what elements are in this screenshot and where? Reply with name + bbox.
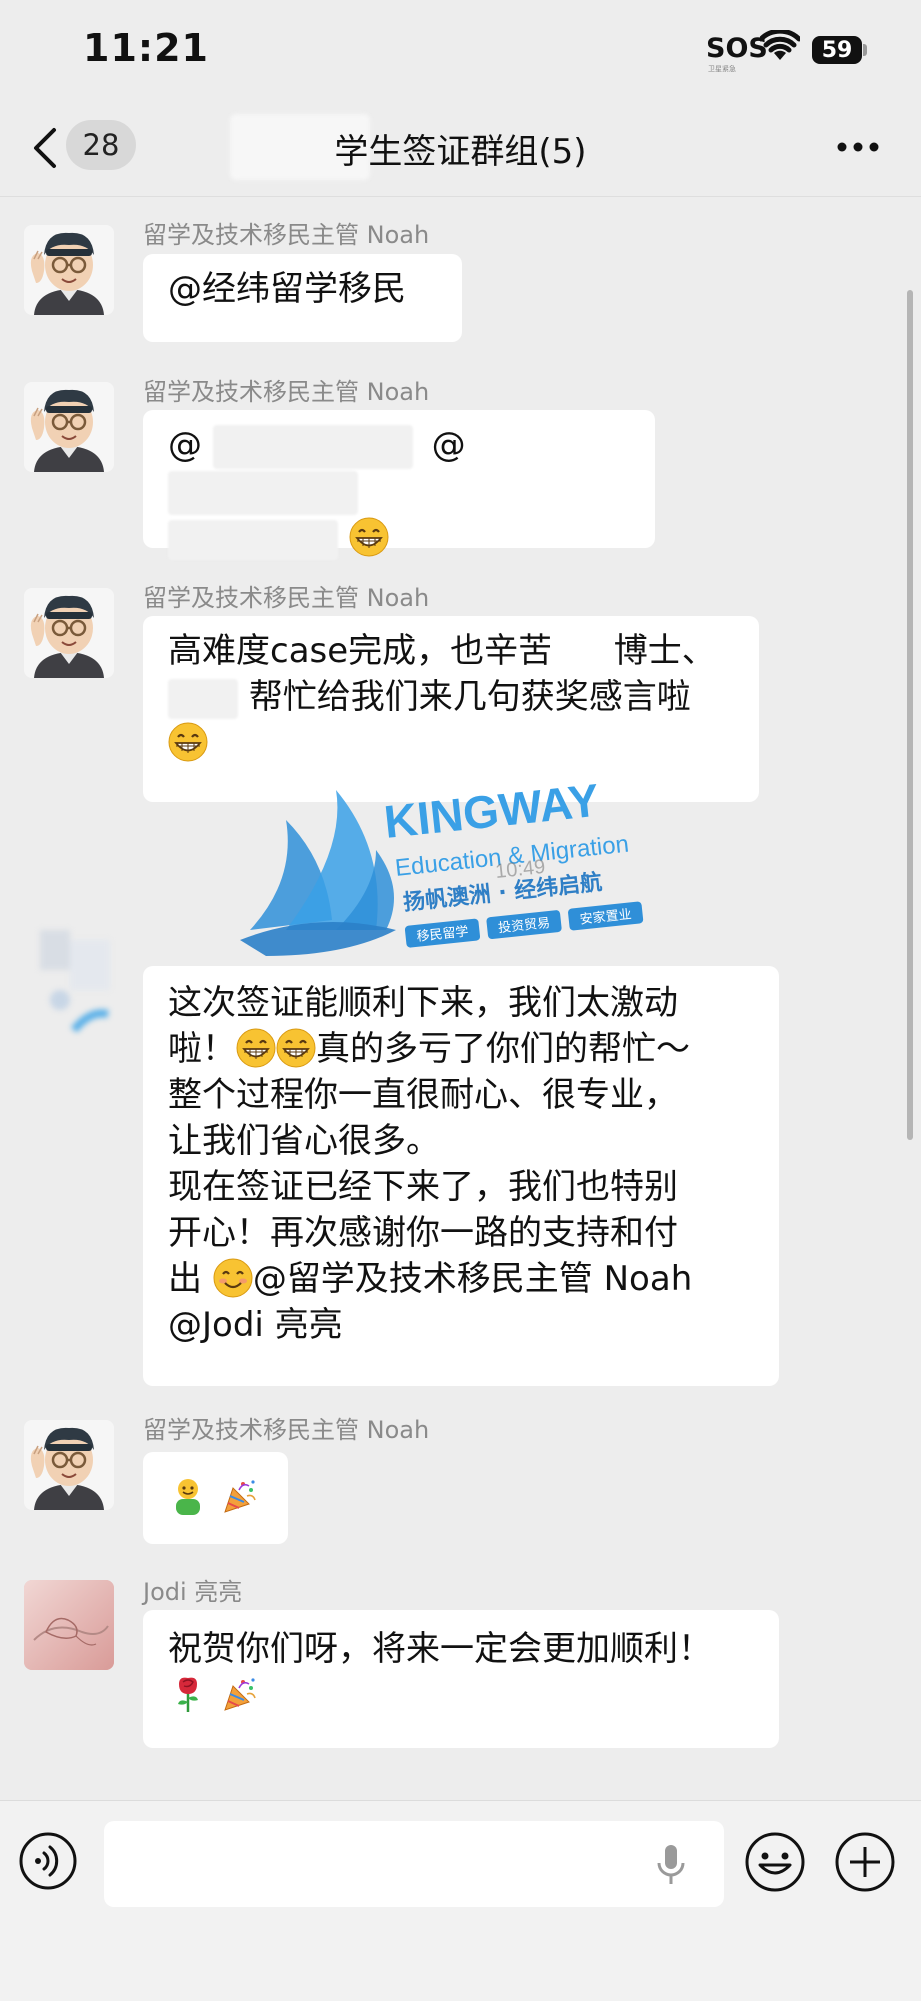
- grin-emoji-icon: [236, 1028, 276, 1068]
- status-bar: 11:21 SOS 卫星紧急 59: [0, 0, 921, 100]
- message-text: 整个过程你一直很耐心、很专业，: [168, 1075, 678, 1115]
- avatar-noah[interactable]: [24, 382, 114, 472]
- message-text: 现在签证已经下来了，我们也特别: [168, 1167, 678, 1207]
- wifi-icon: [760, 30, 800, 60]
- message-text: 出: [168, 1259, 202, 1299]
- redacted-name: [168, 678, 238, 719]
- message-bubble[interactable]: 高难度case完成，也辛苦 博士、 帮忙给我们来几句获奖感言啦: [143, 616, 759, 802]
- mention-text: @Jodi 亮亮: [168, 1305, 343, 1345]
- message-text: 啦！: [168, 1029, 236, 1069]
- sender-name: 留学及技术移民主管 Noah: [143, 221, 430, 249]
- microphone-icon[interactable]: [656, 1843, 686, 1887]
- input-bar: [0, 1800, 921, 2001]
- sender-name: 留学及技术移民主管 Noah: [143, 378, 430, 406]
- message-bubble[interactable]: 这次签证能顺利下来，我们太激动 啦！ 真的多亏了你们的帮忙～ 整个过程你一直很耐心…: [143, 966, 779, 1386]
- redacted-name: [168, 471, 358, 515]
- message-text: @经纬留学移民: [168, 269, 406, 309]
- kingway-watermark: KINGWAY Education & Migration 10:49 扬帆澳洲…: [240, 780, 644, 956]
- message-text: 这次签证能顺利下来，我们太激动: [168, 983, 678, 1023]
- mention-at: @: [168, 425, 202, 465]
- message-bubble[interactable]: 祝贺你们呀，将来一定会更加顺利！: [143, 1610, 779, 1748]
- message-text: 开心！再次感谢你一路的支持和付: [168, 1213, 678, 1253]
- battery-level: 59: [821, 37, 853, 63]
- redacted-name: [562, 632, 603, 673]
- message-text: 真的多亏了你们的帮忙～: [316, 1029, 690, 1069]
- message-bubble[interactable]: @ @: [143, 410, 655, 560]
- party-popper-icon: [223, 1479, 256, 1513]
- battery-icon: 59: [812, 36, 862, 64]
- avatar-jodi[interactable]: [24, 1580, 114, 1670]
- nav-bar: 28 学生签证群组(5): [0, 100, 921, 197]
- redacted-name: [168, 519, 338, 560]
- sos-indicator: SOS: [706, 33, 768, 64]
- avatar-redacted[interactable]: [30, 930, 120, 1050]
- message-bubble[interactable]: [143, 1452, 288, 1544]
- plus-icon[interactable]: [834, 1831, 896, 1893]
- mention-at: @: [431, 425, 466, 465]
- grin-emoji-icon: [348, 517, 389, 557]
- avatar-noah[interactable]: [24, 225, 114, 315]
- grin-emoji-icon: [168, 722, 208, 762]
- redacted-name: [212, 424, 413, 469]
- scrollbar[interactable]: [907, 290, 913, 1140]
- grin-emoji-icon: [276, 1028, 316, 1068]
- message-text: 博士、: [613, 631, 716, 671]
- status-time: 11:21: [83, 26, 209, 70]
- message-input[interactable]: [104, 1821, 724, 1907]
- sender-name: 留学及技术移民主管 Noah: [143, 1416, 430, 1444]
- message-text: 让我们省心很多。: [168, 1121, 440, 1161]
- message-text: 高难度case完成，也辛苦: [168, 631, 553, 671]
- avatar-noah[interactable]: [24, 588, 114, 678]
- more-dots-icon[interactable]: [836, 140, 880, 154]
- sender-name: 留学及技术移民主管 Noah: [143, 584, 430, 612]
- battery-tip: [863, 44, 867, 56]
- avatar-noah[interactable]: [24, 1420, 114, 1510]
- message-text: 祝贺你们呀，将来一定会更加顺利！: [168, 1629, 712, 1669]
- rose-icon: [176, 1676, 200, 1714]
- person-emoji-icon: [176, 1479, 200, 1515]
- mention-text: @留学及技术移民主管 Noah: [252, 1259, 693, 1299]
- sos-sub-label: 卫星紧急: [708, 65, 736, 73]
- sender-name: Jodi 亮亮: [143, 1578, 243, 1606]
- voice-icon[interactable]: [18, 1831, 78, 1891]
- smile-emoji-icon: [212, 1258, 253, 1298]
- emoji-icon[interactable]: [744, 1831, 806, 1893]
- page-title: 学生签证群组(5): [334, 132, 587, 172]
- party-popper-icon: [223, 1677, 256, 1711]
- message-bubble[interactable]: @经纬留学移民: [143, 254, 462, 342]
- message-text: 帮忙给我们来几句获奖感言啦: [248, 677, 691, 717]
